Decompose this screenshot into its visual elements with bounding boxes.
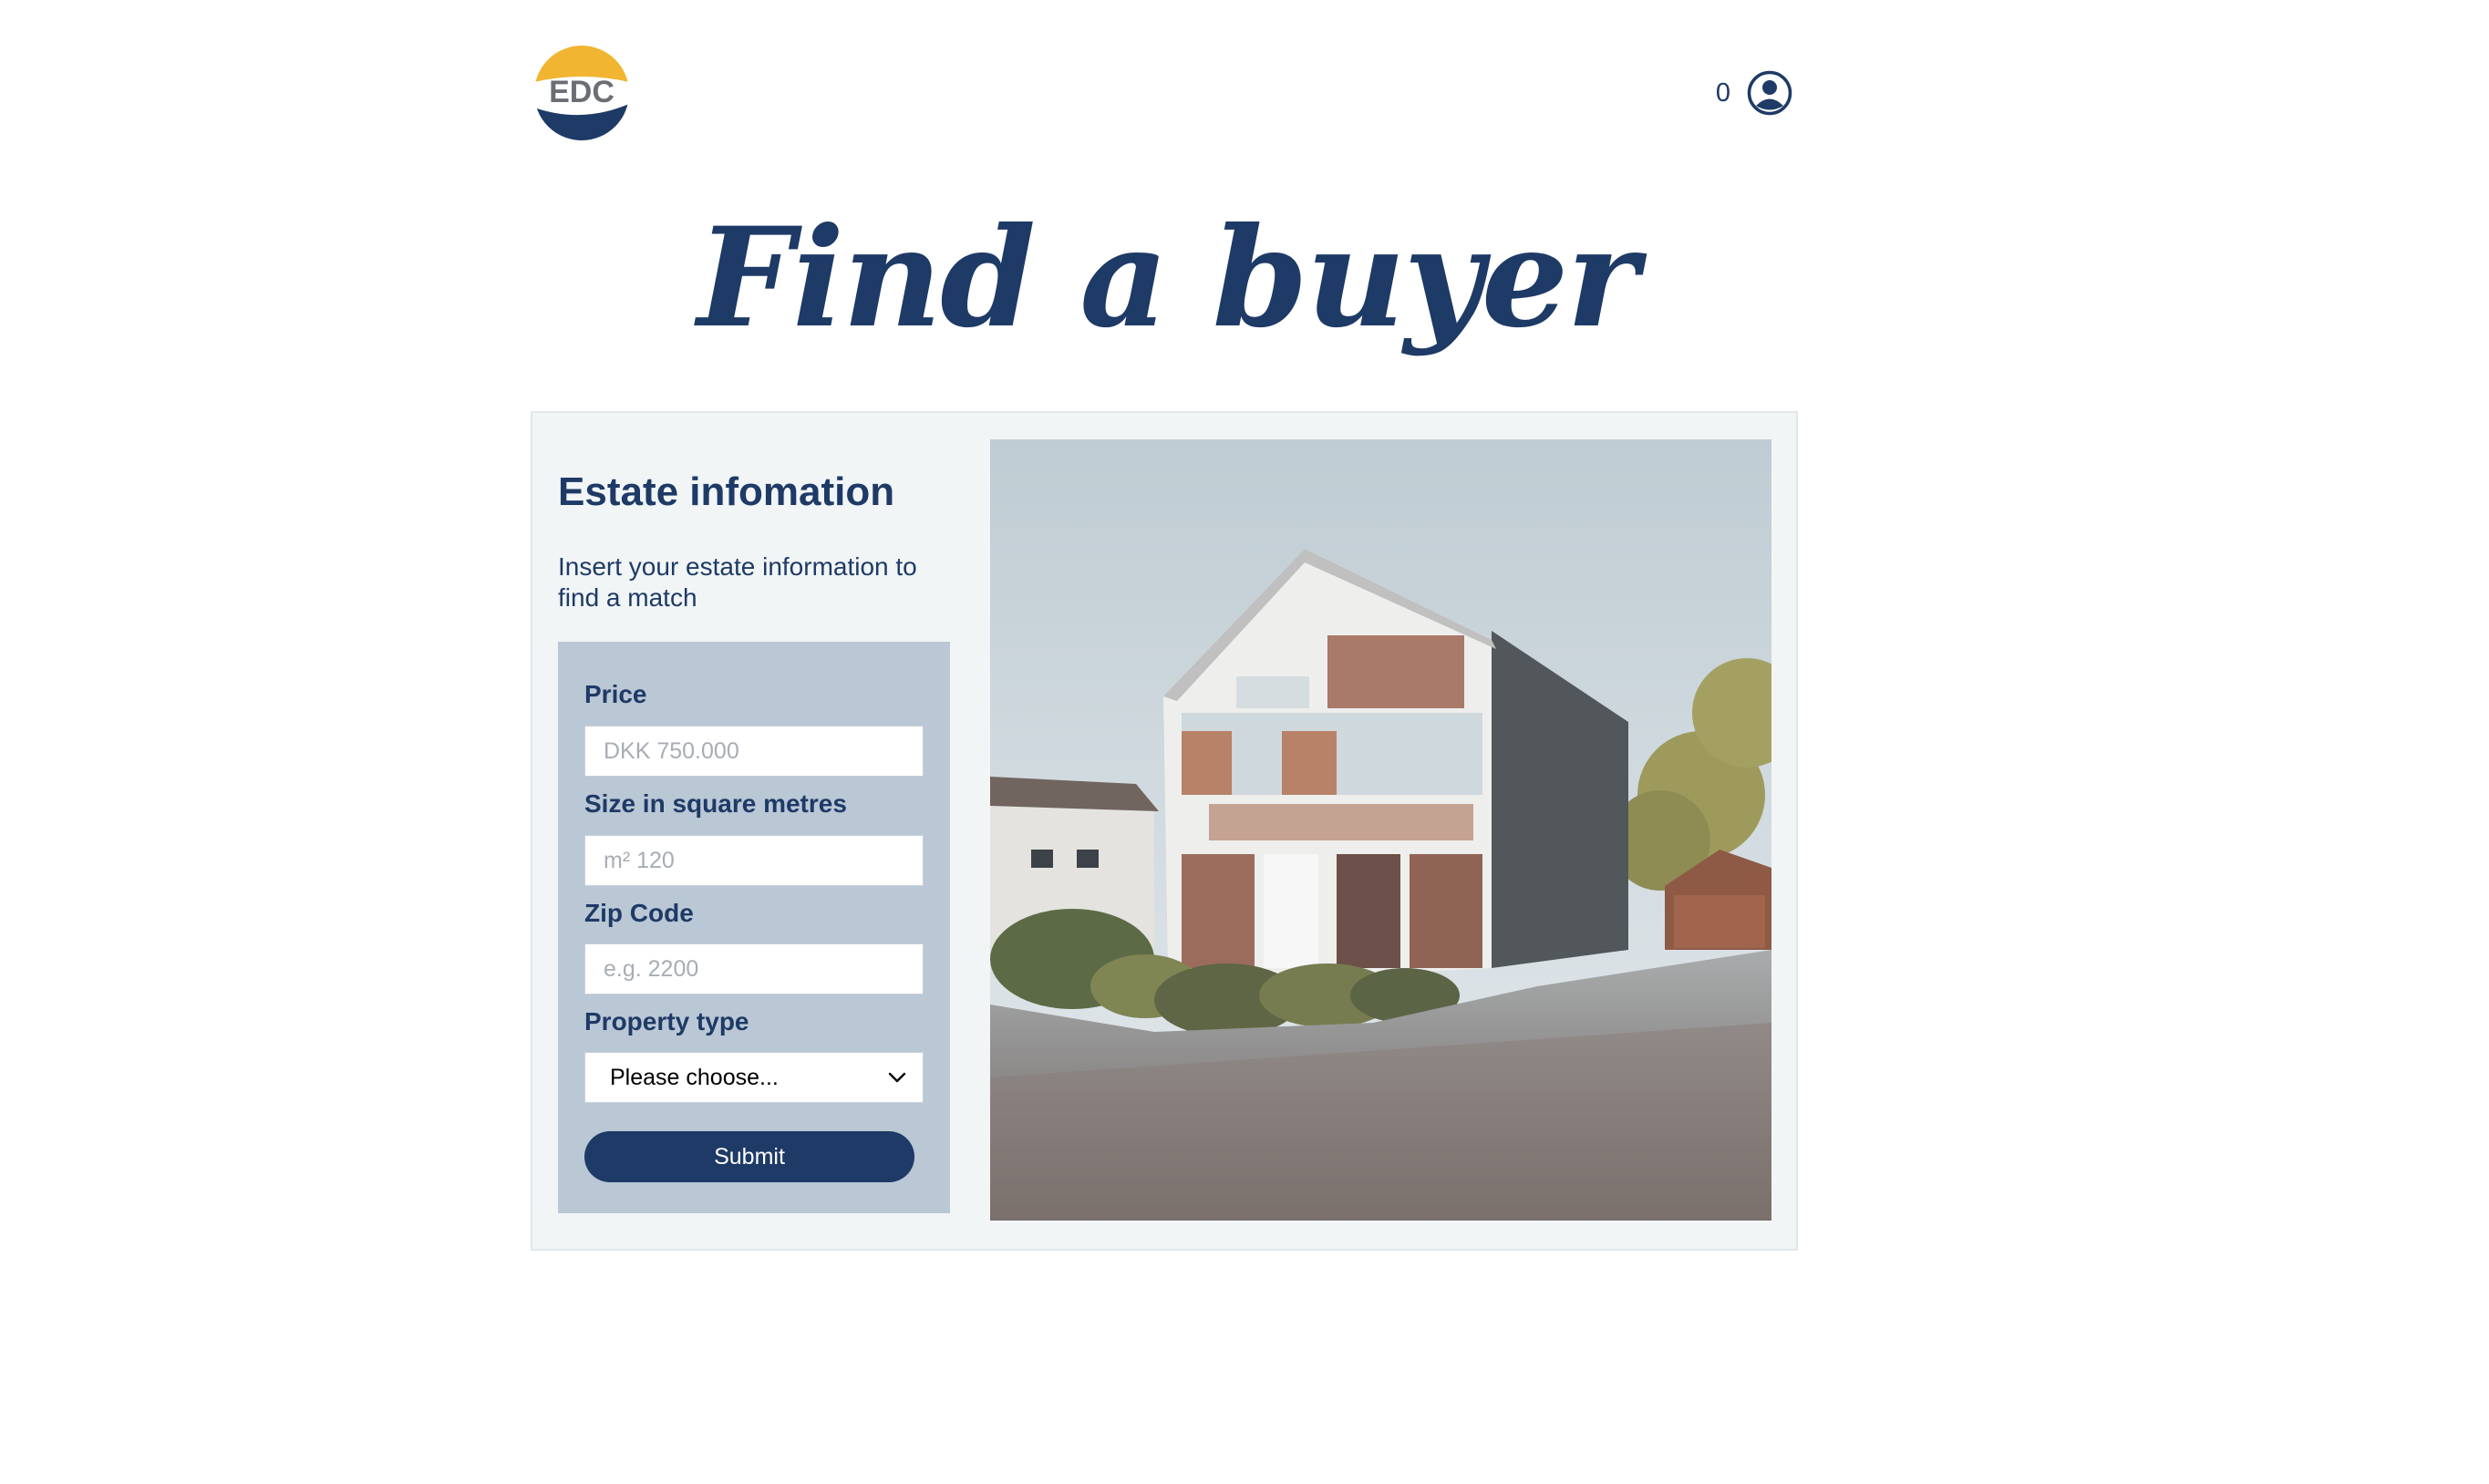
submit-button[interactable]: Submit — [584, 1131, 914, 1182]
estate-form: Price Size in square metres Zip Code Pro… — [558, 642, 950, 1213]
zip-input[interactable] — [584, 943, 924, 994]
zip-label: Zip Code — [584, 899, 694, 927]
edc-logo[interactable]: EDC — [534, 46, 629, 140]
site-header: EDC 0 — [534, 46, 1792, 140]
page-title: Find a buyer — [697, 198, 1639, 358]
price-label: Price — [584, 680, 647, 708]
house-photo — [990, 439, 1771, 1221]
size-label: Size in square metres — [584, 789, 847, 818]
logo-text: EDC — [549, 75, 615, 109]
property-type-value: Please choose... — [610, 1064, 779, 1090]
price-input[interactable] — [584, 726, 924, 777]
chevron-down-icon — [888, 1072, 906, 1083]
estate-card: Estate infomation Insert your estate inf… — [531, 411, 1798, 1251]
card-intro: Insert your estate information to find a… — [558, 552, 917, 612]
property-type-select[interactable]: Please choose... — [584, 1052, 924, 1103]
property-type-label: Property type — [584, 1007, 749, 1036]
header-actions: 0 — [1716, 69, 1792, 117]
user-circle-icon[interactable] — [1747, 70, 1792, 116]
size-input[interactable] — [584, 835, 924, 886]
card-heading: Estate infomation — [558, 469, 895, 514]
cart-count: 0 — [1715, 77, 1730, 108]
